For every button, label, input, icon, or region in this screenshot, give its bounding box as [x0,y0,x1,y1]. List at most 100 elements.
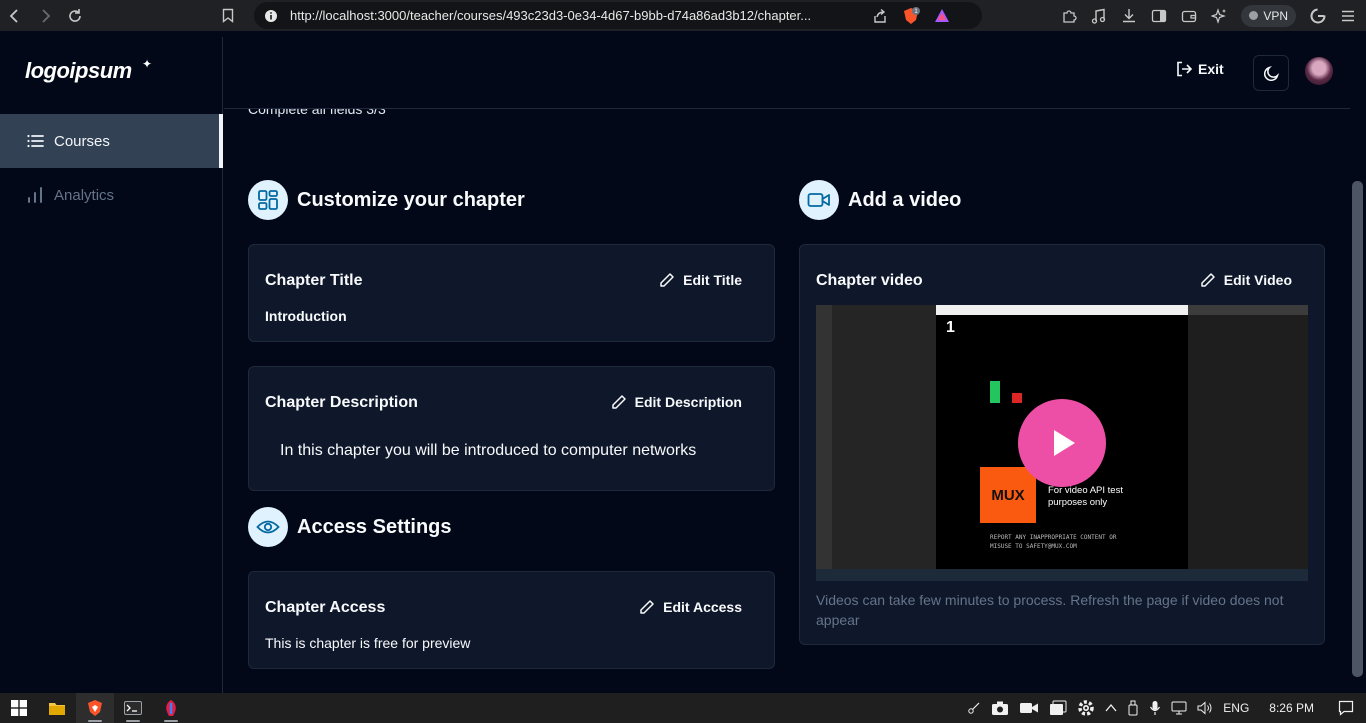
camera-icon[interactable] [991,700,1009,716]
back-arrow-icon [9,8,18,23]
logo-sparkle-icon: ✦ [142,57,153,71]
avatar[interactable] [1305,57,1333,85]
media-icon[interactable] [1091,8,1107,24]
forward-arrow-icon [42,8,51,23]
chapter-video-label: Chapter video [816,272,923,289]
exit-label: Exit [1198,61,1224,77]
terminal-icon [124,701,142,715]
edit-video-label: Edit Video [1223,272,1292,288]
windows-taskbar: ENG 8:26 PM [0,693,1366,723]
windows-start-button[interactable] [0,693,38,723]
video-game-score: 1 [946,319,955,336]
reload-button[interactable] [60,0,90,31]
chapter-access-card: Chapter Access Edit Access This is chapt… [248,571,775,669]
taskbar-brave-browser[interactable] [76,693,114,723]
mux-warning: REPORT ANY INAPPROPRIATE CONTENT OR MISU… [990,534,1117,550]
top-header: Exit [224,37,1350,109]
address-bar[interactable]: http://localhost:3000/teacher/courses/49… [254,2,982,29]
clock[interactable]: 8:26 PM [1269,701,1314,715]
bookmark-icon [222,8,234,23]
share-icon[interactable] [872,8,888,24]
bar-chart-icon [25,185,45,205]
page-scrollbar-thumb[interactable] [1352,181,1363,677]
pencil-icon [1201,273,1215,287]
back-button[interactable] [0,0,30,31]
video-game-snake [990,381,1000,403]
pencil-icon [611,395,626,409]
edit-description-button[interactable]: Edit Description [611,394,742,410]
vpn-button[interactable]: VPN [1241,4,1296,27]
layout-dashboard-icon [248,180,288,220]
video-processing-note: Videos can take few minutes to process. … [816,592,1284,628]
menu-icon[interactable] [1340,8,1356,24]
chapter-access-value: This is chapter is free for preview [265,635,471,651]
theme-toggle-button[interactable] [1253,55,1289,91]
video-game-titlebar [936,305,1188,315]
browser-toolbar: http://localhost:3000/teacher/courses/49… [0,0,1366,31]
brave-shields-icon[interactable]: 1 [902,6,920,25]
language-indicator[interactable]: ENG [1223,701,1249,715]
extensions-icon[interactable] [1061,8,1077,24]
taskbar-app[interactable] [152,693,190,723]
snipping-tool-icon[interactable] [967,701,981,715]
download-icon[interactable] [1121,8,1137,24]
sidebar-toggle-icon[interactable] [1151,8,1167,24]
mux-message: For video API test purposes only [1048,485,1123,508]
volume-icon[interactable] [1197,701,1213,715]
chapter-title-value: Introduction [265,308,347,324]
mux-logo: MUX [980,467,1036,523]
chapter-description-card: Chapter Description Edit Description In … [248,366,775,491]
play-button[interactable] [1018,399,1106,487]
site-info-icon[interactable] [264,9,278,23]
edit-title-button[interactable]: Edit Title [659,272,742,288]
sidebar-item-label: Analytics [54,186,115,204]
video-game-food [1012,393,1022,403]
video-editor-sidebar [816,305,936,581]
sidebar-item-courses[interactable]: Courses [0,114,223,168]
notifications-icon[interactable] [1338,700,1354,716]
settings-gear-icon[interactable] [1077,699,1095,717]
edit-title-label: Edit Title [683,272,742,288]
chapter-description-label: Chapter Description [265,394,418,411]
gallery-icon[interactable] [1049,700,1067,716]
exit-button[interactable]: Exit [1176,61,1224,77]
brave-rewards-icon[interactable] [934,8,950,24]
logo[interactable]: logoipsum [25,58,132,84]
sidebar-item-analytics[interactable]: Analytics [0,168,223,222]
play-icon [1054,430,1075,456]
url-text[interactable]: http://localhost:3000/teacher/courses/49… [290,8,860,23]
pencil-icon [640,600,654,614]
usb-device-icon[interactable] [1127,700,1139,716]
wallet-icon[interactable] [1181,8,1197,24]
log-out-icon [1177,61,1193,77]
video-player[interactable]: 1 MUX For video API test purposes only R… [816,305,1308,581]
pencil-icon [660,273,674,287]
video-taskbar [816,569,1308,581]
chevron-up-icon[interactable] [1105,703,1117,713]
video-editor-right-panel [1188,315,1308,569]
access-section-header: Access Settings [248,507,452,547]
microphone-icon[interactable] [1149,700,1161,716]
chapter-title-card: Chapter Title Edit Title Introduction [248,244,775,342]
chapter-title-label: Chapter Title [265,272,363,289]
edit-video-button[interactable]: Edit Video [1200,272,1292,288]
bookmark-button[interactable] [218,8,238,23]
network-icon[interactable] [1171,701,1187,715]
sidebar: logoipsum ✦ Courses Analytics [0,37,223,693]
edit-access-button[interactable]: Edit Access [639,599,742,615]
taskbar-file-explorer[interactable] [38,693,76,723]
leo-ai-icon[interactable] [1211,7,1227,24]
video-record-icon[interactable] [1019,701,1039,715]
taskbar-terminal[interactable] [114,693,152,723]
moon-icon [1263,65,1279,81]
list-icon [25,131,45,151]
chapter-description-value: In this chapter you will be introduced t… [280,442,697,459]
customize-section-header: Customize your chapter [248,180,525,220]
customize-section-title: Customize your chapter [297,188,525,211]
chapter-video-card: Chapter video Edit Video 1 MUX For video… [799,244,1325,645]
vpn-label: VPN [1263,8,1288,23]
edit-description-label: Edit Description [634,394,742,410]
video-camera-icon [799,180,839,220]
forward-button[interactable] [30,0,60,31]
brave-logo-icon[interactable] [1310,8,1326,24]
